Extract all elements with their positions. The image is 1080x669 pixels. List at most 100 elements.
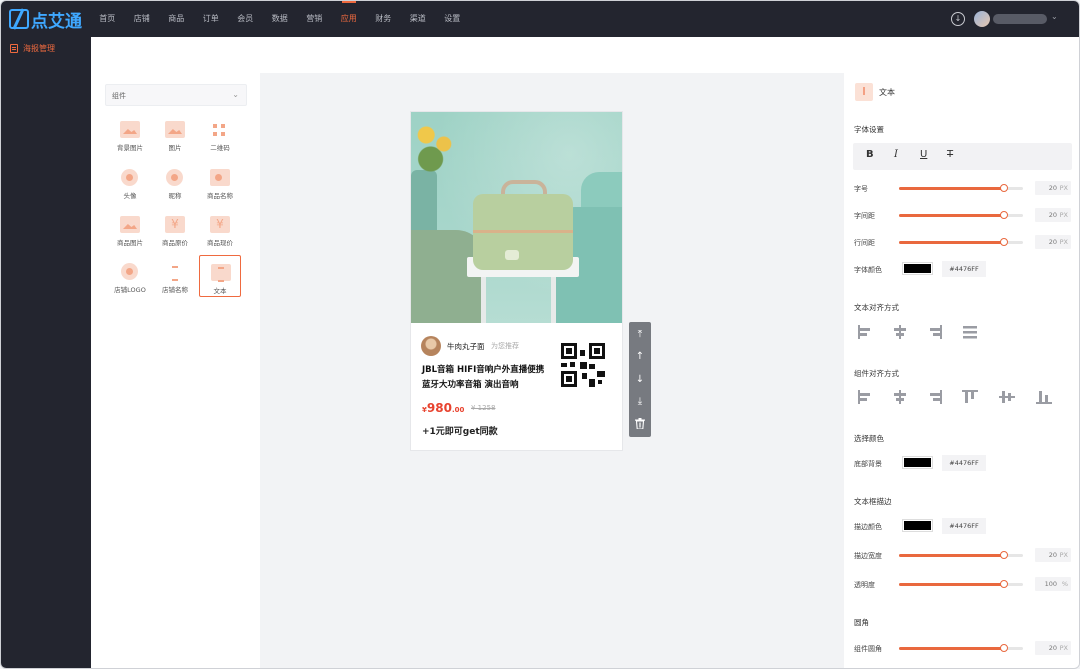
- nav-channels[interactable]: 渠道: [401, 1, 436, 37]
- bg-color-hex[interactable]: #4476FF: [942, 455, 986, 471]
- nav-orders[interactable]: 订单: [194, 1, 229, 37]
- poster-promo-text[interactable]: +1元即可get同款: [422, 424, 498, 437]
- bold-icon[interactable]: B: [866, 149, 874, 160]
- component-text[interactable]: 文本: [199, 255, 241, 297]
- component-align-bottom-icon[interactable]: [1033, 386, 1055, 408]
- store-logo-icon: [121, 263, 138, 280]
- component-align-hcenter-icon[interactable]: [889, 386, 911, 408]
- component-label: 商品原价: [162, 239, 188, 247]
- poster-product-photo[interactable]: [411, 112, 622, 323]
- component-store-name[interactable]: 店铺名称: [154, 255, 196, 297]
- current-price-icon: [210, 216, 230, 233]
- font-size-input[interactable]: 20 PX: [1035, 181, 1071, 195]
- poster-qrcode[interactable]: [557, 340, 611, 392]
- input-unit: PX: [1059, 184, 1068, 192]
- component-current-price[interactable]: 商品现价: [199, 208, 241, 250]
- letter-spacing-input[interactable]: 20 PX: [1035, 208, 1071, 222]
- nav-marketing[interactable]: 营销: [297, 1, 332, 37]
- component-original-price[interactable]: 商品原价: [154, 208, 196, 250]
- component-label: 文本: [213, 287, 227, 295]
- poster-original-price[interactable]: ¥ 1258: [471, 404, 496, 412]
- align-left-icon[interactable]: [854, 321, 876, 343]
- poster-recommend[interactable]: 为您推荐: [491, 341, 519, 351]
- poster-current-price[interactable]: ¥980.00: [422, 401, 464, 415]
- slider-thumb[interactable]: [1000, 580, 1009, 588]
- font-color-hex[interactable]: #4476FF: [942, 261, 986, 277]
- slider-thumb[interactable]: [1000, 184, 1009, 192]
- component-qrcode[interactable]: 二维码: [199, 113, 241, 155]
- font-size-slider[interactable]: [899, 184, 1023, 192]
- poster-product-title[interactable]: JBL音箱 HIFI音响户外直播便携蓝牙大功率音箱 演出音响: [422, 363, 550, 393]
- component-label: 昵称: [168, 192, 182, 200]
- sidebar-item-poster-management[interactable]: 海报管理: [10, 43, 55, 54]
- nav-members[interactable]: 会员: [228, 1, 263, 37]
- border-color-swatch[interactable]: [902, 519, 933, 532]
- slider-fill: [899, 647, 1005, 650]
- slider-fill: [899, 187, 1005, 190]
- nav-products[interactable]: 商品: [159, 1, 194, 37]
- nav-store[interactable]: 店铺: [125, 1, 160, 37]
- user-avatar[interactable]: [974, 11, 990, 27]
- main-nav: 首页 店铺 商品 订单 会员 数据 营销 应用 财务 渠道 设置: [90, 1, 470, 37]
- nav-home[interactable]: 首页: [90, 1, 125, 37]
- poster-avatar[interactable]: [421, 336, 441, 356]
- font-color-swatch[interactable]: [902, 262, 933, 275]
- opacity-slider[interactable]: [899, 580, 1023, 588]
- component-store-logo[interactable]: 店铺LOGO: [109, 255, 151, 297]
- move-up-icon[interactable]: ↑: [629, 346, 651, 368]
- nav-apps[interactable]: 应用: [332, 1, 367, 37]
- nav-settings[interactable]: 设置: [435, 1, 470, 37]
- move-bottom-icon[interactable]: ⤓: [629, 391, 651, 413]
- border-width-slider[interactable]: [899, 551, 1023, 559]
- input-unit: PX: [1059, 551, 1068, 559]
- poster-nickname[interactable]: 牛肉丸子面: [447, 341, 485, 352]
- italic-icon[interactable]: I: [894, 149, 898, 160]
- nav-data[interactable]: 数据: [263, 1, 298, 37]
- strikethrough-icon[interactable]: T: [947, 149, 953, 160]
- radius-label: 组件圆角: [854, 645, 882, 653]
- align-justify-icon[interactable]: [959, 321, 981, 343]
- line-height-input[interactable]: 20 PX: [1035, 235, 1071, 249]
- component-align-vcenter-icon[interactable]: [996, 386, 1018, 408]
- component-background-image[interactable]: 背景图片: [109, 113, 151, 155]
- border-color-label: 描边颜色: [854, 523, 882, 531]
- poster-canvas[interactable]: 牛肉丸子面 为您推荐 JBL音箱 HIFI音响户外直播便携蓝牙大功率音箱 演出音…: [411, 112, 622, 450]
- opacity-input[interactable]: 100 %: [1035, 577, 1071, 591]
- radius-slider[interactable]: [899, 644, 1023, 652]
- component-align-top-icon[interactable]: [959, 386, 981, 408]
- letter-spacing-slider[interactable]: [899, 211, 1023, 219]
- component-align-right-icon[interactable]: [924, 386, 946, 408]
- border-color-hex[interactable]: #4476FF: [942, 518, 986, 534]
- slider-thumb[interactable]: [1000, 644, 1009, 652]
- chevron-down-icon[interactable]: ⌄: [1051, 12, 1058, 21]
- delete-icon[interactable]: [629, 413, 651, 435]
- download-icon[interactable]: ↓: [951, 12, 965, 26]
- nav-finance[interactable]: 财务: [366, 1, 401, 37]
- align-center-icon[interactable]: [889, 321, 911, 343]
- component-label: 商品现价: [207, 239, 233, 247]
- user-name-redacted[interactable]: [993, 14, 1047, 24]
- slider-thumb[interactable]: [1000, 551, 1009, 559]
- border-width-input[interactable]: 20 PX: [1035, 548, 1071, 562]
- line-height-slider[interactable]: [899, 238, 1023, 246]
- slider-thumb[interactable]: [1000, 238, 1009, 246]
- move-down-icon[interactable]: ↓: [629, 369, 651, 391]
- component-align-left-icon[interactable]: [854, 386, 876, 408]
- component-product-name[interactable]: 商品名称: [199, 161, 241, 203]
- logo[interactable]: 点艾通: [9, 8, 82, 32]
- component-label: 商品图片: [117, 239, 143, 247]
- slider-thumb[interactable]: [1000, 211, 1009, 219]
- component-label: 头像: [123, 192, 137, 200]
- bg-color-swatch[interactable]: [902, 456, 933, 469]
- radius-input[interactable]: 20 PX: [1035, 641, 1071, 655]
- underline-icon[interactable]: U: [920, 149, 927, 160]
- components-dropdown[interactable]: 组件 ⌄: [105, 84, 247, 106]
- move-top-icon[interactable]: ⤒: [629, 324, 651, 346]
- component-avatar[interactable]: 头像: [109, 161, 151, 203]
- component-product-image[interactable]: 商品图片: [109, 208, 151, 250]
- align-right-icon[interactable]: [924, 321, 946, 343]
- logo-mark-icon: [9, 9, 29, 29]
- section-text-align: 文本对齐方式: [854, 303, 899, 312]
- component-image[interactable]: 图片: [154, 113, 196, 155]
- component-nickname[interactable]: 昵称: [154, 161, 196, 203]
